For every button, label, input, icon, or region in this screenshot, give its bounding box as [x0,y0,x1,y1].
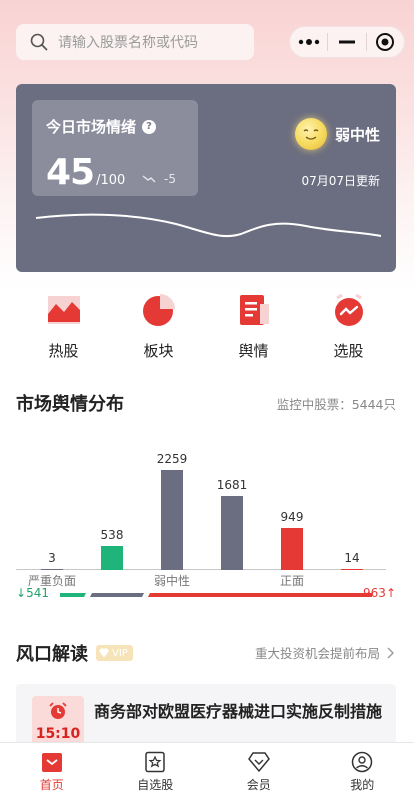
chart-bar [281,528,303,570]
tab-mine[interactable]: 我的 [311,743,414,800]
chart-bar [41,569,63,570]
wind-more-text: 重大投资机会提前布局 [254,646,380,661]
chart-bar-value: 14 [344,551,360,565]
tab-label: 自选股 [137,778,174,792]
distribution-chart: 3 严重负面 538 2259 弱中性 1681 949 正面 14 [16,430,396,588]
chart-axis [16,569,386,570]
document-icon [239,295,269,325]
up-arrow-icon: ↑ [385,586,396,600]
tab-watchlist[interactable]: 自选股 [104,743,208,800]
chart-bar [221,496,243,570]
mood-indicator: 弱中性 [294,118,380,150]
quick-item-sectors[interactable]: 板块 [111,292,206,364]
wind-section-title: 风口解读 VIP [16,640,133,666]
chevron-right-icon [387,647,394,658]
target-icon [376,33,395,51]
tab-home[interactable]: 首页 [0,743,104,800]
tab-label: 首页 [39,778,64,792]
trend-chart-icon [47,296,80,324]
tab-label: 我的 [350,778,375,792]
quick-item-stock-picker[interactable]: 选股 [301,292,396,364]
more-button[interactable] [290,27,327,57]
sentiment-title: 今日市场情绪 ? [46,116,184,137]
ratio-bar-graphic [60,593,372,597]
sentiment-score-box: 今日市场情绪 ? 45 /100 -5 [32,100,198,196]
down-arrow-icon: ↓ [16,586,27,600]
quick-item-label: 热股 [48,342,79,360]
sentiment-title-text: 今日市场情绪 [46,118,137,136]
quick-item-hot-stocks[interactable]: 热股 [16,292,111,364]
diamond-icon [99,648,109,658]
vip-badge: VIP [96,645,133,661]
tab-label: 会员 [246,778,271,792]
pie-chart-icon [142,294,175,326]
minimize-button[interactable] [328,27,365,57]
vip-label: VIP [112,647,128,659]
chart-bar-value: 538 [100,528,124,542]
close-button[interactable] [367,27,404,57]
home-icon [41,753,62,772]
sentiment-delta-value: -5 [164,172,176,186]
help-icon[interactable]: ? [142,119,157,134]
search-input[interactable]: 请输入股票名称或代码 [16,24,254,60]
quick-item-sentiment[interactable]: 舆情 [206,292,301,364]
news-card[interactable]: 15:10 商务部对欧盟医疗器械进口实施反制措施 [16,684,396,748]
wind-title-text: 风口解读 [16,644,88,665]
diamond-icon [247,752,270,773]
minus-icon [338,40,355,44]
chart-bar [341,569,363,570]
news-title: 商务部对欧盟医疗器械进口实施反制措施 [94,702,383,721]
mood-label: 弱中性 [334,125,380,144]
tab-membership[interactable]: 会员 [207,743,311,800]
more-dots-icon [298,39,319,45]
chart-bar [101,546,123,570]
sentiment-trend-line [35,213,382,238]
star-bookmark-icon [145,751,165,773]
trend-down-icon [142,175,156,183]
score-row: 45 /100 [46,152,125,193]
search-icon [30,33,48,51]
negative-count-value: 541 [26,586,49,600]
news-time: 15:10 [35,726,81,742]
distribution-title: 市场舆情分布 [16,394,124,415]
mini-program-capsule [289,26,405,58]
sentiment-score: 45 [46,152,95,193]
alarm-trend-icon [334,293,363,326]
update-date: 07月07日更新 [301,174,380,188]
user-icon [352,751,373,773]
positive-count: 963↑ [363,586,396,600]
positive-count-value: 963 [363,586,386,600]
quick-item-label: 舆情 [238,342,269,360]
wind-more-link[interactable]: 重大投资机会提前布局 [255,643,396,662]
alarm-clock-icon [49,702,67,719]
quick-item-label: 选股 [333,342,364,360]
bottom-tab-bar: 首页 自选股 会员 我的 [0,742,414,800]
quick-entry-bar: 热股 板块 舆情 选股 [16,292,396,364]
news-time-badge: 15:10 [32,696,84,748]
smiley-face-icon [294,118,327,150]
chart-bar-value: 2259 [156,452,188,466]
negative-count: ↓541 [16,586,49,600]
chart-bar-value: 949 [280,510,304,524]
chart-bar-value: 1681 [216,478,248,492]
quick-item-label: 板块 [143,342,174,360]
sentiment-score-max: /100 [96,173,126,188]
search-placeholder: 请输入股票名称或代码 [58,35,198,51]
ratio-bar: ↓541 963↑ [16,586,396,604]
chart-bar-value: 3 [48,551,56,565]
monitor-count: 监控中股票：5444只 [276,397,396,412]
market-sentiment-card[interactable]: 今日市场情绪 ? 45 /100 -5 弱中性 07月07日更新 [16,84,396,272]
sentiment-delta: -5 [142,172,176,186]
chart-bar [161,470,183,570]
